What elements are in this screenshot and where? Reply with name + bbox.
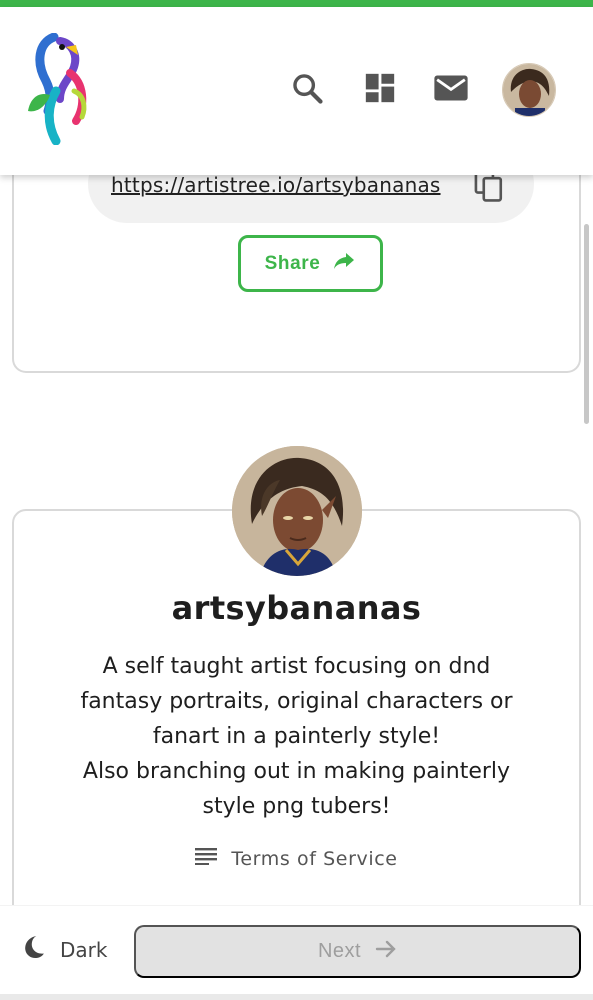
bio-line: Also branching out in making painterly <box>82 759 511 784</box>
parrot-logo[interactable] <box>26 33 92 145</box>
share-arrow-icon <box>332 251 356 277</box>
share-button[interactable]: Share <box>238 235 383 292</box>
next-label: Next <box>317 940 362 962</box>
user-avatar[interactable] <box>502 63 556 117</box>
bio-line: style png tubers! <box>202 794 391 819</box>
arrow-right-icon <box>375 939 397 965</box>
bio-line: fantasy portraits, original characters o… <box>80 689 513 714</box>
share-card: https://artistree.io/artsybananas Share <box>12 175 581 373</box>
bio-line: fanart in a painterly style! <box>152 724 441 749</box>
scrollbar-thumb[interactable] <box>584 224 589 424</box>
dark-mode-toggle[interactable]: Dark <box>20 934 107 965</box>
moon-icon <box>20 934 46 965</box>
bottom-bar: Dark Next <box>0 905 593 1000</box>
terms-label: Terms of Service <box>231 847 398 870</box>
scroll-content[interactable]: https://artistree.io/artsybananas Share … <box>0 175 593 905</box>
top-accent-bar <box>0 0 593 7</box>
share-label: Share <box>264 252 321 274</box>
bottom-edge <box>0 994 593 1000</box>
mail-icon[interactable] <box>433 70 469 106</box>
profile-avatar <box>232 446 362 576</box>
notes-icon <box>195 847 218 870</box>
profile-bio: A self taught artist focusing on dnd fan… <box>40 649 553 824</box>
search-icon[interactable] <box>289 70 325 106</box>
bio-line: A self taught artist focusing on dnd <box>102 654 491 679</box>
dark-label: Dark <box>60 937 108 962</box>
profile-url-link[interactable]: https://artistree.io/artsybananas <box>111 175 441 197</box>
profile-username: artsybananas <box>171 589 422 627</box>
terms-of-service-link[interactable]: Terms of Service <box>0 847 593 870</box>
app-header <box>0 7 593 175</box>
next-button[interactable]: Next <box>134 925 581 978</box>
dashboard-icon[interactable] <box>362 70 398 106</box>
copy-icon[interactable] <box>473 175 505 203</box>
